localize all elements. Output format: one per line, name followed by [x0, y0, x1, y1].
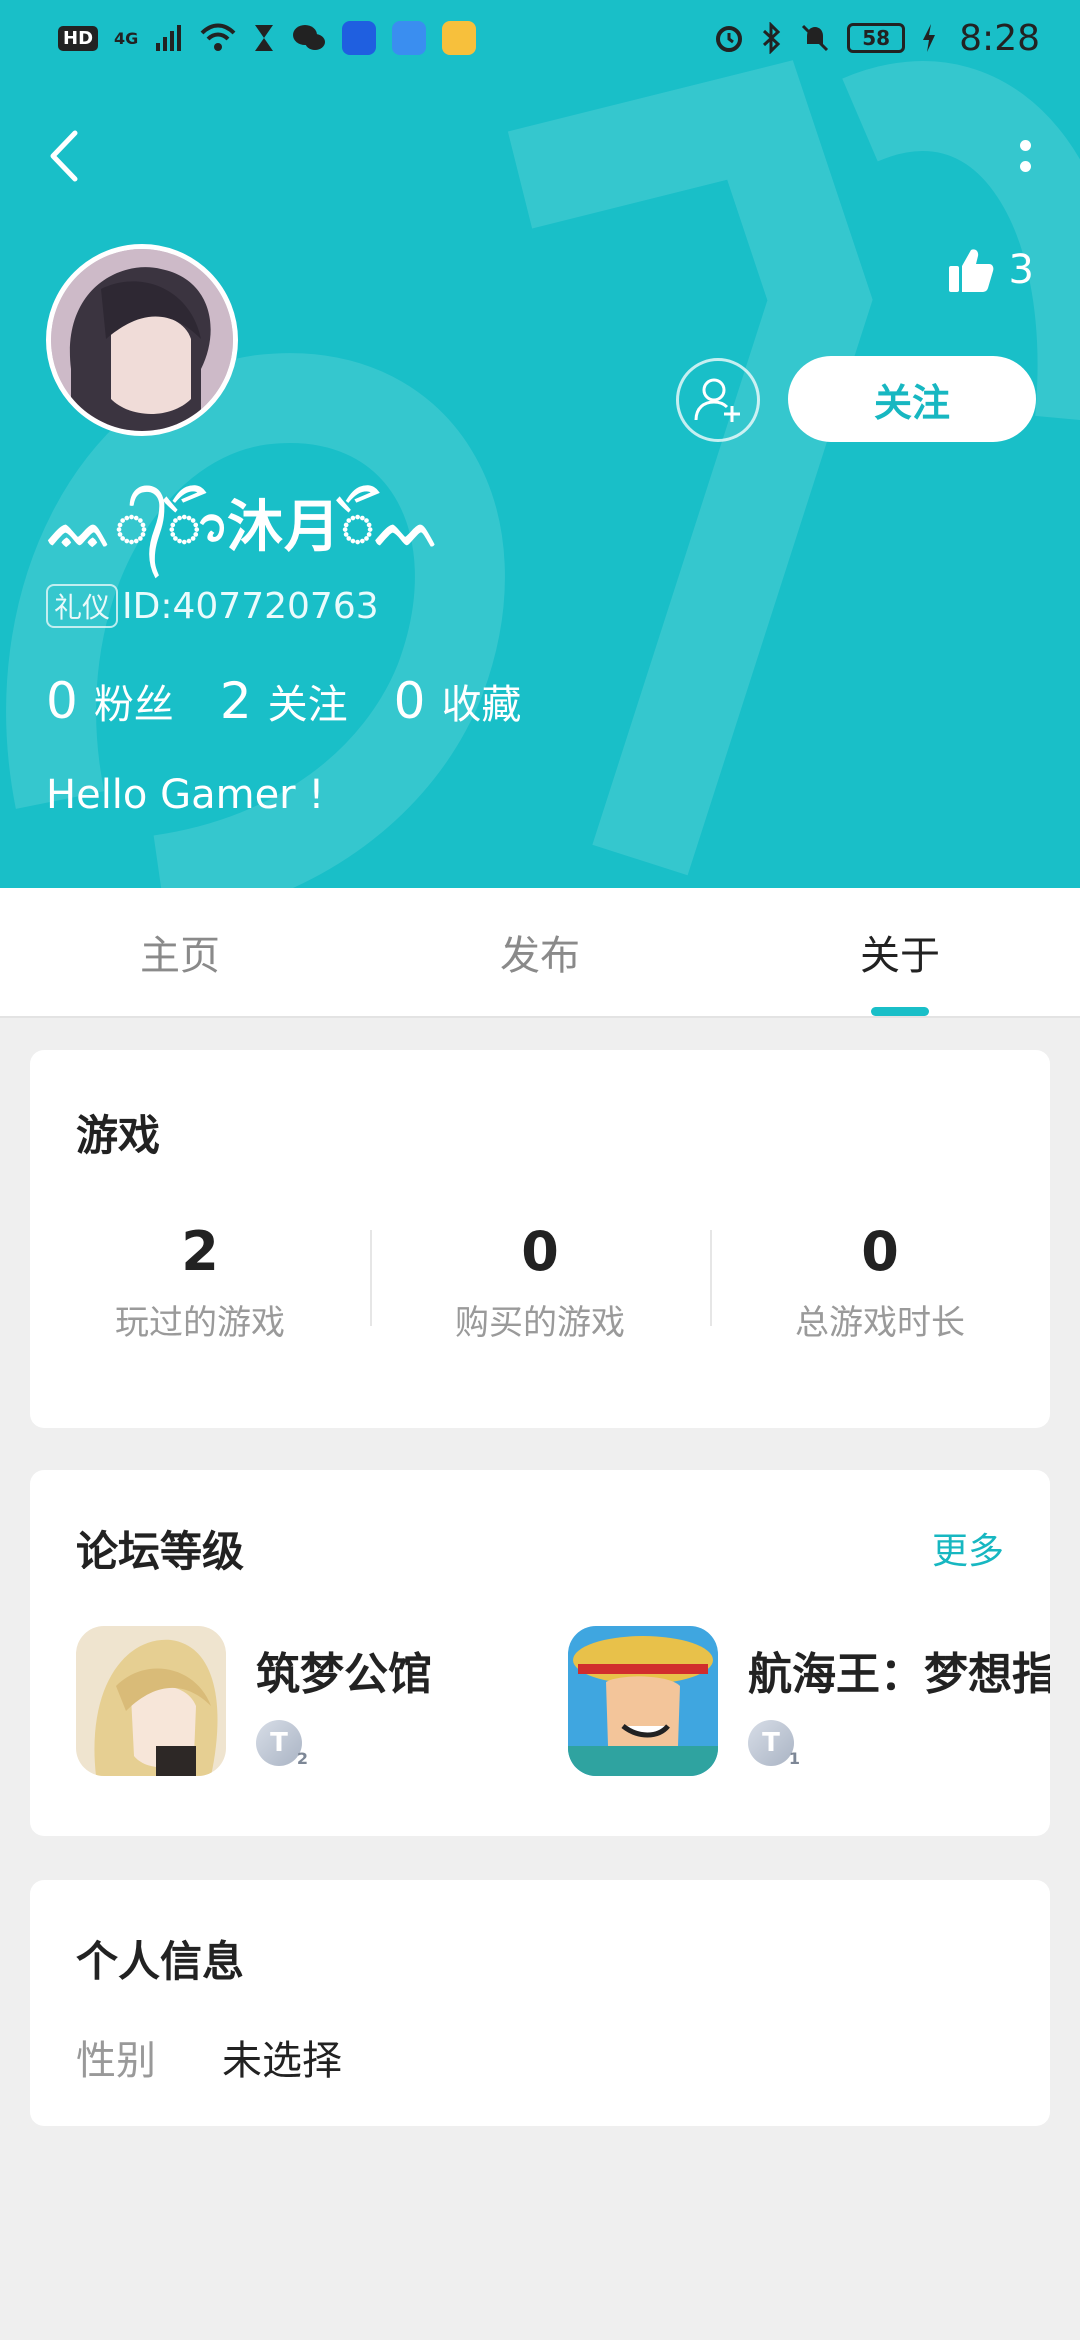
favorites-label: 收藏: [441, 682, 522, 728]
forum-item[interactable]: 航海王：梦想指 T 1: [568, 1626, 1050, 1786]
followers-label: 粉丝: [93, 682, 174, 728]
total-playtime-value: 0: [861, 1220, 899, 1283]
gender-value: 未选择: [222, 2038, 342, 2084]
purchased-games-stat[interactable]: 0 购买的游戏: [370, 1220, 710, 1344]
charging-icon: [923, 24, 936, 52]
forum-info: 航海王：梦想指 T 1: [748, 1626, 1050, 1786]
favorites-stat[interactable]: 0 收藏: [394, 672, 522, 730]
following-stat[interactable]: 2 关注: [220, 672, 348, 730]
tab-home[interactable]: 主页: [0, 888, 360, 1016]
personal-info-title: 个人信息: [76, 1937, 245, 1986]
played-games-label: 玩过的游戏: [115, 1303, 285, 1343]
wechat-icon: [293, 25, 326, 50]
app-notification-icon-blue: [342, 21, 377, 55]
status-bar: HD 4G 58 8:28: [0, 0, 1080, 76]
following-label: 关注: [267, 682, 348, 728]
gender-label: 性别: [76, 2038, 156, 2084]
forum-game-name: 筑梦公馆: [256, 1649, 432, 1700]
like-count: 3: [1008, 247, 1034, 293]
followers-count: 0: [46, 672, 78, 730]
mute-bell-icon: [802, 24, 829, 52]
bio-text: Hello Gamer !: [46, 772, 325, 818]
favorites-count: 0: [393, 672, 426, 730]
clock-time: 8:28: [959, 17, 1040, 59]
add-friend-button[interactable]: [676, 358, 760, 442]
total-playtime-label: 总游戏时长: [795, 1303, 965, 1343]
forum-card-title: 论坛等级: [76, 1527, 245, 1576]
like-counter[interactable]: 3: [947, 246, 1034, 294]
game-art-image: [76, 1626, 226, 1776]
avatar-image: [51, 249, 233, 431]
forum-info: 筑梦公馆 T 2: [256, 1626, 432, 1786]
nickname: ᨐ᭄ᭃ沐月ᭂᨓ: [48, 495, 443, 560]
follow-button[interactable]: 关注: [788, 356, 1036, 442]
more-options-button[interactable]: [1010, 124, 1040, 188]
user-id: ID:407720763: [122, 585, 379, 627]
status-bar-left: HD 4G: [58, 21, 477, 55]
forum-level-card: 论坛等级 更多 筑梦公馆 T 2 航海王：梦想指 T 1: [30, 1470, 1050, 1836]
more-dot: [1019, 161, 1031, 172]
app-notification-icon-lightblue: [392, 21, 427, 55]
game-art-image: [568, 1626, 718, 1776]
game-icon: [76, 1626, 226, 1776]
gender-row: 性别 未选择: [76, 2028, 342, 2086]
signal-icon: [156, 25, 182, 51]
games-card: 游戏 2 玩过的游戏 0 购买的游戏 0 总游戏时长: [30, 1050, 1050, 1428]
user-id-row: 礼仪 ID:407720763: [46, 584, 379, 628]
game-icon: [568, 1626, 718, 1776]
profile-header: HD 4G 58 8:28 3 关注 ᨐ᭄ᭃ沐月ᭂᨓ 礼仪 ID:4077207…: [0, 0, 1080, 888]
level-letter: T: [270, 1728, 288, 1758]
battery-indicator: 58: [847, 23, 906, 53]
followers-stat[interactable]: 0 粉丝: [46, 672, 174, 730]
purchased-games-label: 购买的游戏: [455, 1303, 625, 1343]
forum-item[interactable]: 筑梦公馆 T 2: [76, 1626, 520, 1786]
etiquette-badge: 礼仪: [46, 584, 119, 628]
wifi-icon: [200, 23, 236, 51]
profile-tabs: 主页 发布 关于: [0, 888, 1080, 1018]
forum-items: 筑梦公馆 T 2 航海王：梦想指 T 1: [76, 1626, 1050, 1786]
personal-info-card: 个人信息 性别 未选择: [30, 1880, 1050, 2126]
status-bar-right: 58 8:28: [713, 18, 1040, 59]
tab-about[interactable]: 关于: [720, 888, 1080, 1016]
tab-posts[interactable]: 发布: [360, 888, 720, 1016]
forum-game-name: 航海王：梦想指: [748, 1649, 1050, 1700]
level-number: 1: [788, 1749, 800, 1768]
hd-badge: HD: [58, 25, 99, 51]
network-type: 4G: [114, 28, 139, 48]
level-badge-icon: T 2: [256, 1720, 308, 1768]
more-link[interactable]: 更多: [932, 1522, 1004, 1574]
alarm-icon: [716, 26, 743, 52]
games-card-title: 游戏: [76, 1111, 161, 1160]
bluetooth-icon: [763, 22, 781, 54]
level-number: 2: [296, 1749, 308, 1768]
app-notification-icon-yellow: [442, 21, 477, 55]
profile-stats: 0 粉丝 2 关注 0 收藏: [46, 672, 567, 730]
hourglass-icon: [255, 25, 274, 51]
background-watermark: [6, 60, 1080, 888]
total-playtime-stat[interactable]: 0 总游戏时长: [710, 1220, 1050, 1344]
level-letter: T: [762, 1728, 780, 1758]
back-button[interactable]: [40, 124, 88, 188]
chevron-left-icon: [50, 130, 78, 182]
add-user-icon: [694, 378, 740, 422]
level-badge-icon: T 1: [748, 1720, 800, 1768]
game-stats: 2 玩过的游戏 0 购买的游戏 0 总游戏时长: [30, 1220, 1050, 1344]
avatar[interactable]: [46, 244, 238, 436]
more-dot: [1019, 140, 1031, 151]
following-count: 2: [219, 672, 252, 730]
thumbs-up-icon: [948, 249, 993, 292]
played-games-stat[interactable]: 2 玩过的游戏: [30, 1220, 370, 1344]
purchased-games-count: 0: [521, 1220, 559, 1283]
played-games-count: 2: [181, 1220, 219, 1283]
